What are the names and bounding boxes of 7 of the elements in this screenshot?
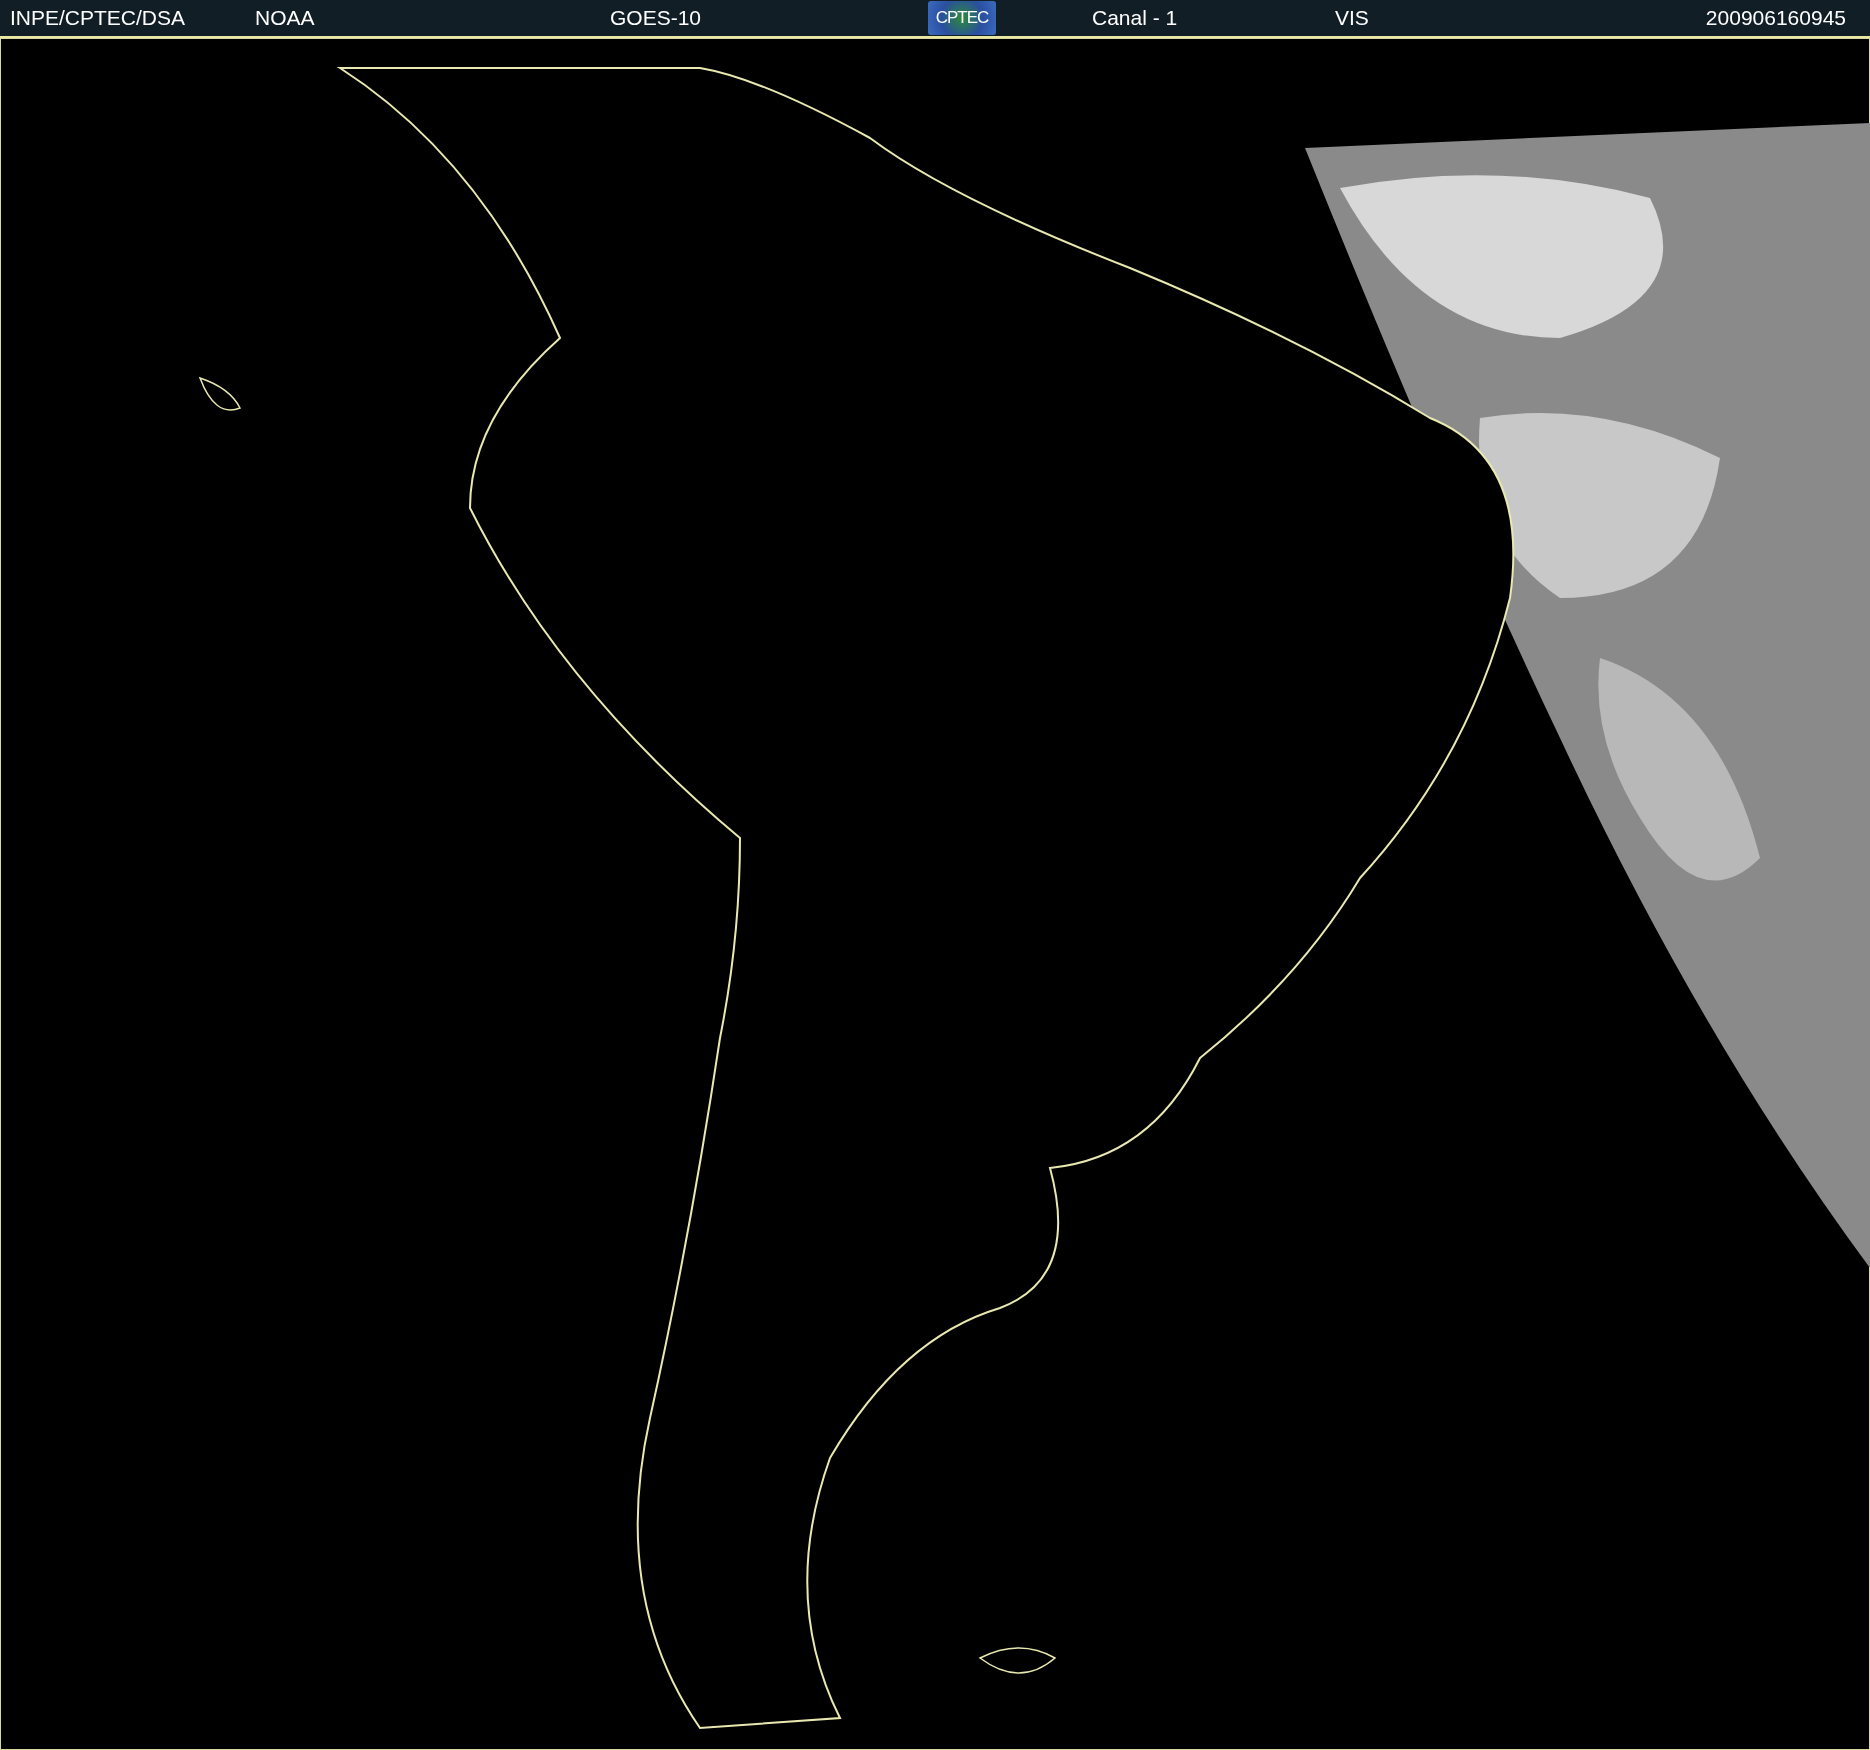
band-label: VIS xyxy=(1335,6,1369,30)
source-label: INPE/CPTEC/DSA xyxy=(10,6,187,30)
agency-label: NOAA xyxy=(255,6,316,30)
satellite-label: GOES-10 xyxy=(610,6,703,30)
logo: CPTEC xyxy=(928,1,996,35)
channel-label: Canal - 1 xyxy=(1092,6,1179,30)
timestamp-label: 200906160945 xyxy=(1705,6,1846,30)
